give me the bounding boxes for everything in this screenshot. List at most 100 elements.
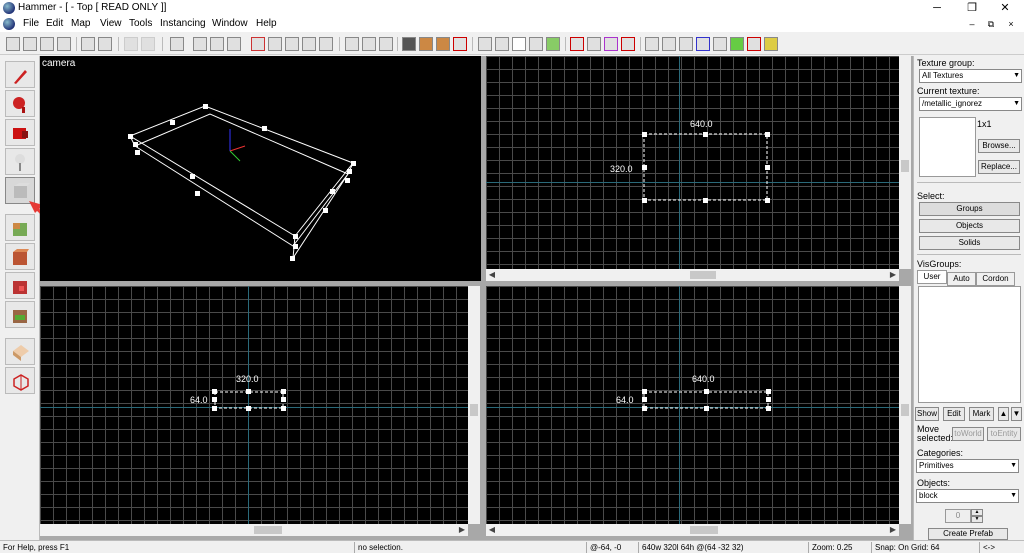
groups-button[interactable]: Groups [919, 202, 1020, 216]
menu-view[interactable]: View [100, 18, 122, 29]
tool-clipping[interactable] [5, 338, 35, 365]
side-hscroll-thumb[interactable] [690, 526, 718, 534]
front-viewport-hscroll[interactable]: ▶ [40, 524, 468, 536]
texture-group-select[interactable]: All Textures ▼ [919, 69, 1022, 83]
decal-icon[interactable] [604, 37, 618, 51]
hide-selected-icon[interactable] [251, 37, 265, 51]
visgroups-list[interactable] [918, 286, 1021, 403]
menu-window[interactable]: Window [212, 18, 248, 29]
block-tool-icon[interactable] [546, 37, 560, 51]
current-texture-select[interactable]: /metallic_ignorez ▼ [919, 97, 1022, 111]
tab-auto[interactable]: Auto [947, 272, 976, 286]
top-viewport-hscroll[interactable]: ◀ ▶ [486, 269, 899, 281]
grid-smaller-icon[interactable] [40, 37, 54, 51]
show-all-icon[interactable] [285, 37, 299, 51]
side-scroll-right-arrow-icon[interactable]: ▶ [887, 524, 899, 536]
categories-select[interactable]: Primitives ▼ [916, 459, 1019, 473]
cut-icon[interactable] [345, 37, 359, 51]
edit-button[interactable]: Edit [943, 407, 965, 421]
texture-app-icon[interactable] [570, 37, 584, 51]
top-hscroll-thumb[interactable] [690, 271, 716, 279]
undo-icon[interactable] [124, 37, 138, 51]
spinner-down-icon[interactable]: ▼ [971, 516, 983, 523]
carve-icon[interactable] [170, 37, 184, 51]
group-icon[interactable] [193, 37, 207, 51]
hide-unselected-icon[interactable] [268, 37, 282, 51]
path-tool-icon[interactable] [679, 37, 693, 51]
overlay-icon[interactable] [621, 37, 635, 51]
grid-3d-icon[interactable] [23, 37, 37, 51]
ignore-groups-icon[interactable] [227, 37, 241, 51]
close-button[interactable]: ✕ [988, 0, 1022, 16]
mark-button[interactable]: Mark [969, 407, 994, 421]
tie-to-entity-icon[interactable] [419, 37, 433, 51]
apply-texture-icon[interactable] [587, 37, 601, 51]
move-up-icon[interactable]: ▲ [998, 407, 1009, 421]
front-hscroll-thumb[interactable] [254, 526, 282, 534]
tool-decal[interactable] [5, 272, 35, 299]
tool-camera[interactable] [5, 119, 35, 146]
document-icon[interactable] [3, 18, 15, 30]
cubemap-icon[interactable] [696, 37, 710, 51]
side-viewport[interactable]: 640.0 64.0 [486, 286, 899, 524]
redo-icon[interactable] [141, 37, 155, 51]
faces-spinner[interactable]: 0 [945, 509, 971, 523]
solids-button[interactable]: Solids [919, 236, 1020, 250]
side-vscroll-thumb[interactable] [901, 404, 909, 416]
menu-map[interactable]: Map [71, 18, 90, 29]
grid-toggle-icon[interactable] [6, 37, 20, 51]
entity-tool-icon[interactable] [529, 37, 543, 51]
paste-icon[interactable] [379, 37, 393, 51]
to-entity-icon[interactable] [402, 37, 416, 51]
camera-tool-icon[interactable] [512, 37, 526, 51]
spinner-up-icon[interactable]: ▲ [971, 509, 983, 516]
browse-button[interactable]: Browse... [978, 139, 1020, 153]
objects-button[interactable]: Objects [919, 219, 1020, 233]
front-viewport-vscroll[interactable] [468, 286, 480, 524]
menu-edit[interactable]: Edit [46, 18, 63, 29]
ungroup-icon[interactable] [210, 37, 224, 51]
prefab-icon[interactable] [764, 37, 778, 51]
texture-scale-lock-icon[interactable] [98, 37, 112, 51]
move-to-visgroup-icon[interactable] [302, 37, 316, 51]
move-down-icon[interactable]: ▼ [1011, 407, 1022, 421]
objects-select[interactable]: block ▼ [916, 489, 1019, 503]
side-viewport-hscroll[interactable]: ◀ ▶ [486, 524, 899, 536]
tool-vertex[interactable] [5, 367, 35, 394]
menu-help[interactable]: Help [256, 18, 277, 29]
sprinkle-icon[interactable] [730, 37, 744, 51]
minimize-button[interactable]: ─ [920, 0, 954, 16]
texture-lock-icon[interactable] [81, 37, 95, 51]
copy-icon[interactable] [362, 37, 376, 51]
tab-user[interactable]: User [917, 270, 947, 284]
camera-viewport[interactable]: camera [40, 56, 481, 281]
tool-selection[interactable] [5, 61, 35, 88]
grid-larger-icon[interactable] [57, 37, 71, 51]
maximize-button[interactable]: ❐ [955, 0, 989, 16]
scroll-right-arrow-icon[interactable]: ▶ [887, 269, 899, 281]
tab-cordon[interactable]: Cordon [976, 272, 1015, 286]
move-to-world-icon[interactable] [436, 37, 450, 51]
mdi-restore-button[interactable]: ⧉ [985, 18, 997, 30]
menu-tools[interactable]: Tools [129, 18, 152, 29]
to-entity-button[interactable]: toEntity [987, 427, 1021, 441]
mdi-minimize-button[interactable]: – [966, 18, 978, 30]
replace-button[interactable]: Replace... [978, 160, 1020, 174]
mdi-close-button[interactable]: × [1005, 18, 1017, 30]
menu-file[interactable]: File [23, 18, 39, 29]
front-scroll-right-arrow-icon[interactable]: ▶ [456, 524, 468, 536]
top-viewport[interactable]: 640.0 320.0 [486, 56, 899, 269]
tool-magnify[interactable] [5, 90, 35, 117]
front-vscroll-thumb[interactable] [470, 404, 478, 416]
create-prefab-button[interactable]: Create Prefab [928, 528, 1008, 540]
vertex-tool-icon[interactable] [662, 37, 676, 51]
side-viewport-vscroll[interactable] [899, 286, 911, 524]
scroll-left-arrow-icon[interactable]: ◀ [486, 269, 498, 281]
side-scroll-left-arrow-icon[interactable]: ◀ [486, 524, 498, 536]
to-world-button[interactable]: toWorld [952, 427, 984, 441]
clip-tool-icon[interactable] [645, 37, 659, 51]
tool-overlay[interactable] [5, 301, 35, 328]
show-button[interactable]: Show [915, 407, 939, 421]
front-viewport[interactable]: 320.0 64.0 [40, 286, 468, 524]
menu-instancing[interactable]: Instancing [160, 18, 206, 29]
